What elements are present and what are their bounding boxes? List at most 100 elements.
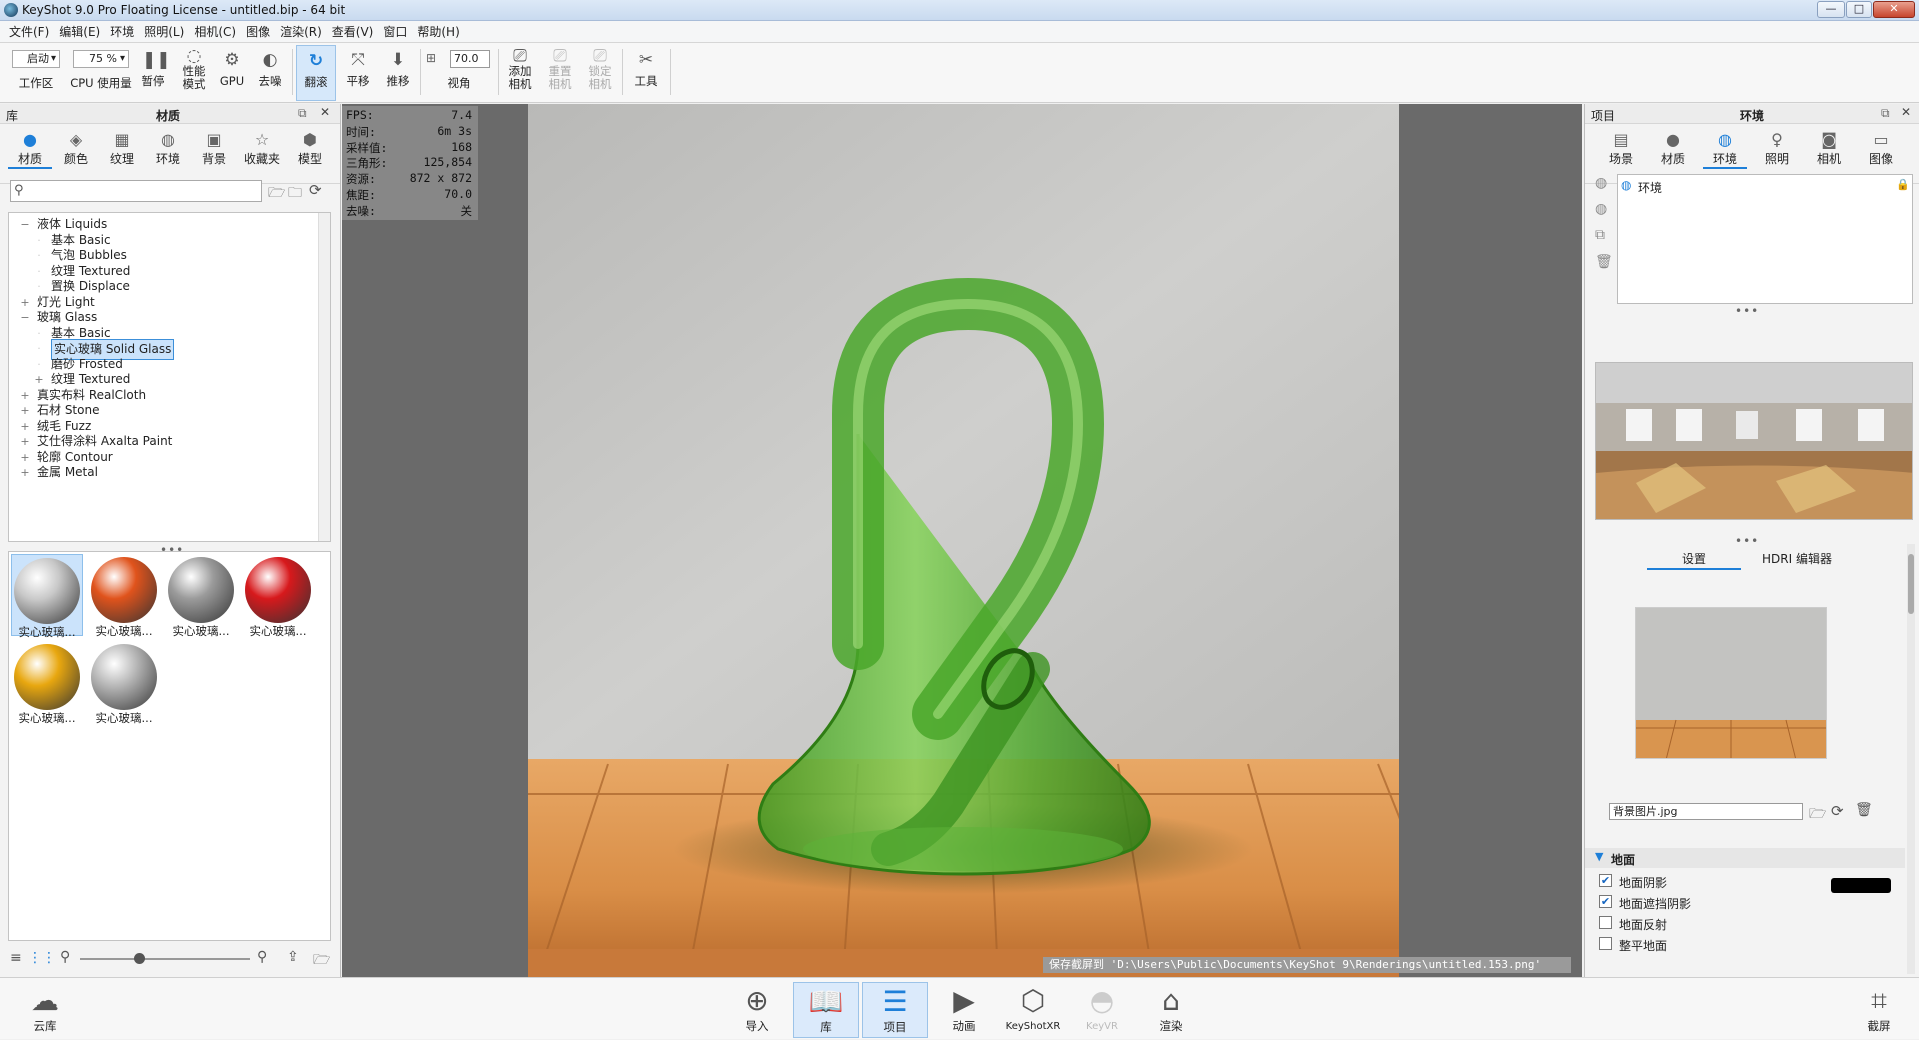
library-search-input[interactable]: ⚲ xyxy=(10,180,262,202)
project-button[interactable]: ☰ 项目 xyxy=(862,982,928,1038)
scrollbar-thumb[interactable] xyxy=(1908,554,1914,614)
ground-section-header[interactable]: ▼ 地面 xyxy=(1585,848,1905,868)
menu-view[interactable]: 查看(V) xyxy=(327,23,379,40)
subtab-hdri-editor[interactable]: HDRI 编辑器 xyxy=(1745,550,1849,570)
maximize-button[interactable]: □ xyxy=(1846,1,1872,18)
tools-button[interactable]: ✂ 工具 xyxy=(626,45,666,101)
fov-input[interactable]: 70.0 xyxy=(450,50,490,68)
tab-environment[interactable]: ◍ 环境 xyxy=(1703,130,1747,169)
zoom-in-icon[interactable]: ⚲ xyxy=(257,949,267,965)
tree-scrollbar[interactable] xyxy=(318,213,330,541)
material-thumbnail[interactable]: 实心玻璃... xyxy=(88,554,160,638)
grid-view-icon[interactable]: ⋮⋮ xyxy=(28,950,56,966)
refresh-icon[interactable]: ⟳ xyxy=(1831,802,1844,820)
import-button[interactable]: ⊕ 导入 xyxy=(724,982,790,1038)
cpu-usage-select[interactable]: 75 % xyxy=(73,50,129,68)
tab-environments[interactable]: ◍ 环境 xyxy=(146,130,190,167)
material-thumbnail[interactable]: 实心玻璃... xyxy=(242,554,314,638)
ground-option[interactable]: ✔ 地面阴影 xyxy=(1599,872,1819,890)
tab-image[interactable]: ▭ 图像 xyxy=(1859,130,1903,167)
ground-shadow-color-swatch[interactable] xyxy=(1831,878,1891,893)
tab-models[interactable]: ⬢ 模型 xyxy=(288,130,332,167)
tab-favorites[interactable]: ☆ 收藏夹 xyxy=(238,130,286,167)
subtab-settings[interactable]: 设置 xyxy=(1647,550,1741,570)
lock-camera-button[interactable]: ⎚ 锁定 相机 xyxy=(582,45,618,101)
checkbox[interactable] xyxy=(1599,916,1612,929)
splitter-handle[interactable]: ••• xyxy=(1735,534,1759,548)
tab-backgrounds[interactable]: ▣ 背景 xyxy=(192,130,236,167)
denoise-button[interactable]: ◐ 去噪 xyxy=(252,45,288,101)
add-folder-icon[interactable]: 🗀 xyxy=(288,182,302,206)
menu-window[interactable]: 窗口 xyxy=(378,23,412,40)
splitter-handle[interactable]: ••• xyxy=(1735,304,1759,318)
undock-icon[interactable]: ⧉ xyxy=(1881,106,1890,121)
material-thumbnail[interactable]: 实心玻璃... xyxy=(11,641,83,725)
render-button[interactable]: ⌂ 渲染 xyxy=(1138,982,1204,1038)
dolly-button[interactable]: ⬇ 推移 xyxy=(380,45,416,101)
tab-material[interactable]: ● 材质 xyxy=(1651,130,1695,167)
tab-materials[interactable]: ● 材质 xyxy=(8,130,52,169)
menu-render[interactable]: 渲染(R) xyxy=(275,23,327,40)
folder-open-icon[interactable]: 🗁 xyxy=(1809,803,1826,827)
checkbox[interactable]: ✔ xyxy=(1599,874,1612,887)
menu-lighting[interactable]: 照明(L) xyxy=(139,23,189,40)
material-thumbnail[interactable]: 实心玻璃... xyxy=(88,641,160,725)
checkbox[interactable] xyxy=(1599,937,1612,950)
material-thumbnail[interactable]: 实心玻璃... xyxy=(165,554,237,638)
tab-lighting[interactable]: ♀ 照明 xyxy=(1755,130,1799,167)
lock-icon[interactable]: 🔒 xyxy=(1896,178,1910,191)
close-panel-icon[interactable]: ✕ xyxy=(320,105,330,119)
gpu-button[interactable]: ⚙ GPU xyxy=(216,45,248,101)
menu-file[interactable]: 文件(F) xyxy=(4,23,54,40)
menu-edit[interactable]: 编辑(E) xyxy=(54,23,105,40)
undock-icon[interactable]: ⧉ xyxy=(298,106,307,121)
thumbnail-size-slider[interactable] xyxy=(80,958,250,960)
performance-mode-button[interactable]: ◌ 性能 模式 xyxy=(176,45,212,101)
menu-image[interactable]: 图像 xyxy=(241,23,275,40)
background-file-input[interactable]: 背景图片.jpg xyxy=(1609,803,1803,820)
add-environment-icon[interactable]: ◍ xyxy=(1595,175,1607,191)
ground-option[interactable]: 地面反射 xyxy=(1599,914,1819,932)
background-image-preview[interactable] xyxy=(1635,607,1827,759)
tab-colors[interactable]: ◈ 颜色 xyxy=(54,130,98,167)
menu-help[interactable]: 帮助(H) xyxy=(412,23,464,40)
folder-open-icon[interactable]: 🗁 xyxy=(268,182,285,206)
settings-scrollbar[interactable] xyxy=(1907,544,1915,974)
keyshotxr-button[interactable]: ⬡ KeyShotXR xyxy=(1000,982,1066,1038)
pause-button[interactable]: ❚❚ 暂停 xyxy=(136,45,171,101)
animation-button[interactable]: ▶ 动画 xyxy=(931,982,997,1038)
refresh-icon[interactable]: ⟳ xyxy=(309,181,322,199)
copy-environment-icon[interactable]: ⧉ xyxy=(1595,227,1605,243)
tab-camera[interactable]: ◙ 相机 xyxy=(1807,130,1851,167)
add-camera-button[interactable]: ⎚ 添加 相机 xyxy=(502,45,538,101)
close-button[interactable]: ✕ xyxy=(1873,1,1915,18)
tree-item[interactable]: + 金属 Metal xyxy=(9,463,319,482)
slider-handle[interactable] xyxy=(134,953,145,964)
keyvr-button[interactable]: ◓ KeyVR xyxy=(1069,982,1135,1038)
tumble-button[interactable]: ↻ 翻滚 xyxy=(296,45,336,101)
import-folder-icon[interactable]: 🗁 xyxy=(313,949,330,973)
list-view-icon[interactable]: ≡ xyxy=(10,950,22,966)
tab-textures[interactable]: ▦ 纹理 xyxy=(100,130,144,167)
tab-scene[interactable]: ▤ 场景 xyxy=(1599,130,1643,167)
material-thumbnail[interactable]: 实心玻璃... xyxy=(11,554,83,639)
pan-button[interactable]: ⤧ 平移 xyxy=(340,45,376,101)
checkbox[interactable]: ✔ xyxy=(1599,895,1612,908)
zoom-out-icon[interactable]: ⚲ xyxy=(60,949,70,965)
hdri-preview[interactable] xyxy=(1595,362,1913,520)
upload-icon[interactable]: ⇪ xyxy=(287,949,299,965)
menu-camera[interactable]: 相机(C) xyxy=(189,23,241,40)
expand-icon[interactable]: + xyxy=(19,463,31,482)
cloud-library-button[interactable]: ☁ 云库 xyxy=(12,982,78,1038)
delete-icon[interactable]: 🗑 xyxy=(1855,802,1873,818)
menu-environment[interactable]: 环境 xyxy=(105,23,139,40)
minimize-button[interactable]: — xyxy=(1817,1,1845,18)
reset-camera-button[interactable]: ⎚ 重置 相机 xyxy=(542,45,578,101)
delete-icon[interactable]: 🗑 xyxy=(1595,254,1613,270)
render-image[interactable] xyxy=(528,104,1399,977)
library-button[interactable]: 📖 库 xyxy=(793,982,859,1038)
screenshot-button[interactable]: ⌗ 截屏 xyxy=(1846,982,1912,1038)
duplicate-environment-icon[interactable]: ◍ xyxy=(1595,201,1607,217)
workspace-select[interactable]: 启动 xyxy=(12,50,60,68)
ground-option[interactable]: 整平地面 xyxy=(1599,935,1819,953)
